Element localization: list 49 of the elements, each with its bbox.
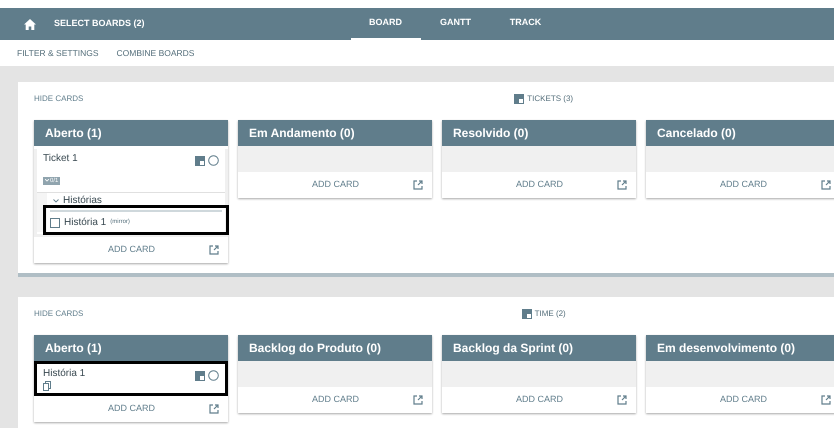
add-card-button[interactable]: ADD CARD bbox=[720, 393, 767, 407]
column-header: Aberto (1) bbox=[34, 120, 228, 146]
column-header: Resolvido (0) bbox=[442, 120, 636, 146]
open-external-icon[interactable] bbox=[412, 180, 423, 190]
card-title: Ticket 1 bbox=[43, 153, 78, 165]
chevron-icon bbox=[53, 199, 59, 203]
nav-tab[interactable]: GANTT bbox=[420, 8, 491, 40]
add-card-button[interactable]: ADD CARD bbox=[312, 178, 359, 192]
column-header: Aberto (1) bbox=[34, 335, 228, 361]
toolbar-link[interactable]: FILTER & SETTINGS bbox=[17, 46, 99, 60]
board-title: TIME (2) bbox=[534, 308, 566, 320]
circle-icon[interactable] bbox=[208, 370, 219, 381]
column-header: Backlog do Produto (0) bbox=[238, 335, 432, 361]
open-external-icon[interactable] bbox=[616, 180, 627, 190]
add-card-button[interactable]: ADD CARD bbox=[108, 402, 155, 416]
board-icon bbox=[195, 370, 205, 380]
board-icon bbox=[522, 309, 532, 319]
open-external-icon[interactable] bbox=[616, 395, 627, 405]
add-card-button[interactable]: ADD CARD bbox=[516, 393, 563, 407]
open-external-icon[interactable] bbox=[208, 404, 219, 414]
nav-tab[interactable]: TRACK bbox=[490, 8, 561, 40]
open-external-icon[interactable] bbox=[412, 395, 423, 405]
open-external-icon[interactable] bbox=[820, 180, 831, 190]
hide-cards-button[interactable]: HIDE CARDS bbox=[34, 308, 84, 320]
board-icon bbox=[195, 156, 205, 166]
ticket-card[interactable]: História 1 bbox=[37, 364, 225, 393]
circle-icon[interactable] bbox=[208, 155, 219, 166]
column-header: Em Andamento (0) bbox=[238, 120, 432, 146]
section-label: Histórias bbox=[63, 195, 102, 207]
column-header: Em desenvolvimento (0) bbox=[646, 335, 834, 361]
add-card-button[interactable]: ADD CARD bbox=[516, 178, 563, 192]
home-icon[interactable] bbox=[24, 18, 36, 30]
add-card-button[interactable]: ADD CARD bbox=[720, 178, 767, 192]
open-external-icon[interactable] bbox=[820, 395, 831, 405]
add-card-button[interactable]: ADD CARD bbox=[312, 393, 359, 407]
open-external-icon[interactable] bbox=[208, 245, 219, 255]
toolbar-link[interactable]: COMBINE BOARDS bbox=[116, 46, 194, 60]
card-title: História 1 bbox=[43, 368, 86, 380]
column-header: Backlog da Sprint (0) bbox=[442, 335, 636, 361]
nav-tab[interactable]: BOARD bbox=[350, 8, 421, 40]
stories-toggle[interactable]: Histórias bbox=[47, 193, 225, 207]
hide-cards-button[interactable]: HIDE CARDS bbox=[34, 93, 84, 105]
column-header: Cancelado (0) bbox=[646, 120, 834, 146]
checkbox[interactable] bbox=[50, 218, 60, 228]
board-icon bbox=[514, 94, 524, 104]
board-title: TICKETS (3) bbox=[527, 93, 574, 105]
select-boards-button[interactable]: SELECT BOARDS (2) bbox=[54, 17, 145, 31]
story-title: História 1 bbox=[64, 216, 106, 230]
add-card-button[interactable]: ADD CARD bbox=[108, 243, 155, 257]
